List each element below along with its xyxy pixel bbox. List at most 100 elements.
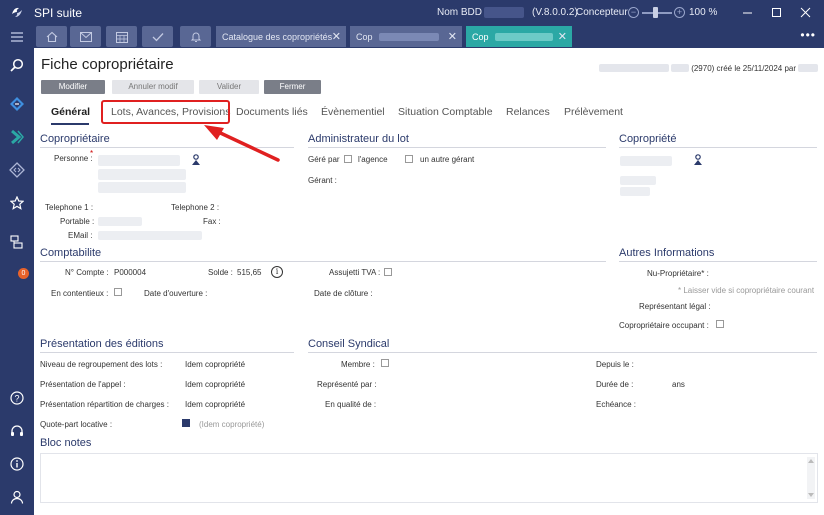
section-divider bbox=[619, 147, 817, 148]
star-icon[interactable] bbox=[8, 194, 26, 212]
agence-checkbox[interactable] bbox=[344, 155, 352, 163]
more-options-icon[interactable]: ••• bbox=[800, 28, 816, 42]
nu-proprietaire-label: Nu-Propriétaire* : bbox=[647, 269, 709, 278]
repartition-charges-value[interactable]: Idem copropriété bbox=[185, 400, 245, 409]
close-window-icon[interactable] bbox=[800, 7, 811, 18]
tab-label-redacted bbox=[378, 32, 439, 41]
copropriete-address-line2 bbox=[620, 187, 650, 196]
mail-button[interactable] bbox=[70, 26, 101, 47]
tab-documents-lies[interactable]: Documents liés bbox=[236, 106, 308, 118]
close-icon[interactable]: ✕ bbox=[558, 30, 567, 43]
solde-label: Solde : bbox=[208, 268, 233, 277]
nav-diamond-icon[interactable] bbox=[8, 95, 26, 113]
section-comptabilite-title: Comptabilite bbox=[40, 247, 102, 259]
notes-textarea[interactable] bbox=[40, 453, 818, 503]
search-icon[interactable] bbox=[8, 56, 26, 74]
close-icon[interactable]: ✕ bbox=[332, 30, 341, 43]
gere-par-label: Géré par bbox=[308, 155, 340, 164]
section-divider bbox=[308, 147, 606, 148]
section-notes-title: Bloc notes bbox=[40, 437, 92, 449]
occupant-label: Copropriétaire occupant : bbox=[619, 321, 709, 330]
tab-label: Cop bbox=[356, 31, 373, 42]
section-copropriete-title: Copropriété bbox=[619, 133, 677, 145]
main-panel: Fiche copropriétaire (2970) créé le 25/1… bbox=[34, 48, 824, 515]
tab-catalogue[interactable]: Catalogue des copropriétés ✕ bbox=[216, 26, 346, 47]
representant-legal-label: Représentant légal : bbox=[639, 302, 711, 311]
headset-icon[interactable] bbox=[8, 422, 26, 440]
minimize-icon[interactable] bbox=[742, 7, 753, 18]
zoom-out-button[interactable]: − bbox=[628, 7, 639, 18]
membre-checkbox[interactable] bbox=[381, 359, 389, 367]
tab-copropriete[interactable]: Cop ✕ bbox=[350, 26, 462, 47]
personne-label: Personne : bbox=[54, 154, 93, 163]
nav-chevron-icon[interactable] bbox=[8, 128, 26, 146]
solde-info-icon[interactable]: i bbox=[271, 266, 283, 278]
depuis-label: Depuis le : bbox=[596, 360, 634, 369]
compte-label: N° Compte : bbox=[65, 268, 109, 277]
regroupement-label: Niveau de regroupement des lots : bbox=[40, 360, 163, 369]
autre-gerant-checkbox[interactable] bbox=[405, 155, 413, 163]
autre-gerant-label: un autre gérant bbox=[420, 155, 475, 164]
home-button[interactable] bbox=[36, 26, 67, 47]
tab-coproprietaire-active[interactable]: Cop ✕ bbox=[466, 26, 572, 47]
maximize-icon[interactable] bbox=[771, 7, 782, 18]
portable-label: Portable : bbox=[60, 217, 95, 226]
redacted-name-2 bbox=[671, 64, 690, 72]
tab-relances[interactable]: Relances bbox=[506, 106, 550, 118]
sidebar: 0 ? bbox=[0, 25, 34, 515]
menu-icon[interactable] bbox=[8, 28, 26, 46]
user-label: Concepteur bbox=[576, 7, 628, 18]
assujetti-tva-checkbox[interactable] bbox=[384, 268, 392, 276]
agence-label: l'agence bbox=[358, 155, 388, 164]
created-info: (2970) créé le 25/11/2024 par bbox=[599, 64, 818, 73]
personne-name-field[interactable] bbox=[98, 155, 180, 166]
zoom-in-button[interactable]: + bbox=[674, 7, 685, 18]
valider-button[interactable]: Valider bbox=[199, 80, 259, 94]
info-icon[interactable] bbox=[8, 455, 26, 473]
app-logo-icon bbox=[12, 7, 22, 17]
notes-scrollbar[interactable] bbox=[807, 457, 815, 499]
fermer-button[interactable]: Fermer bbox=[264, 80, 321, 94]
echeance-label: Echéance : bbox=[596, 400, 637, 409]
qualite-label: En qualité de : bbox=[325, 400, 377, 409]
tab-situation-comptable[interactable]: Situation Comptable bbox=[398, 106, 493, 118]
regroupement-value[interactable]: Idem copropriété bbox=[185, 360, 245, 369]
tasks-button[interactable] bbox=[142, 26, 173, 47]
represente-par-label: Représenté par : bbox=[317, 380, 377, 389]
calendar-button[interactable] bbox=[106, 26, 137, 47]
compte-value: P000004 bbox=[114, 268, 147, 277]
close-icon[interactable]: ✕ bbox=[448, 30, 457, 43]
section-divider bbox=[619, 261, 817, 262]
highlight-box bbox=[101, 100, 230, 124]
network-icon[interactable] bbox=[8, 233, 26, 251]
calendar-icon bbox=[115, 31, 128, 43]
portable-value bbox=[98, 217, 142, 226]
tab-general[interactable]: Général bbox=[51, 106, 90, 118]
zoom-slider-knob[interactable] bbox=[653, 7, 658, 18]
occupant-checkbox[interactable] bbox=[716, 320, 724, 328]
personne-address-line2 bbox=[98, 182, 186, 193]
person-lookup-icon[interactable] bbox=[191, 154, 201, 166]
tab-label: Cop bbox=[472, 31, 489, 42]
annuler-modif-button[interactable]: Annuler modif bbox=[112, 80, 194, 94]
zoom-level: 100 % bbox=[689, 7, 718, 18]
section-coproprietaire-title: Copropriétaire bbox=[40, 133, 110, 145]
tab-evenementiel[interactable]: Évènementiel bbox=[321, 106, 385, 118]
copropriete-address-line1 bbox=[620, 176, 656, 185]
section-conseil-title: Conseil Syndical bbox=[308, 338, 390, 350]
fax-label: Fax : bbox=[203, 217, 221, 226]
notifications-button[interactable] bbox=[180, 26, 211, 47]
tab-prelevement[interactable]: Prélèvement bbox=[564, 106, 623, 118]
quote-part-checkbox[interactable] bbox=[182, 419, 190, 427]
app-name: SPI suite bbox=[34, 6, 83, 20]
presentation-appel-value[interactable]: Idem copropriété bbox=[185, 380, 245, 389]
version-label: (V.8.0.0.2) bbox=[532, 7, 578, 18]
contentieux-checkbox[interactable] bbox=[114, 288, 122, 296]
help-icon[interactable]: ? bbox=[8, 389, 26, 407]
modifier-button[interactable]: Modifier bbox=[41, 80, 105, 94]
assujetti-tva-label: Assujetti TVA : bbox=[329, 268, 381, 277]
nav-code-icon[interactable] bbox=[8, 161, 26, 179]
bell-icon bbox=[190, 32, 201, 42]
user-icon[interactable] bbox=[8, 488, 26, 506]
copropriete-lookup-icon[interactable] bbox=[693, 154, 703, 166]
